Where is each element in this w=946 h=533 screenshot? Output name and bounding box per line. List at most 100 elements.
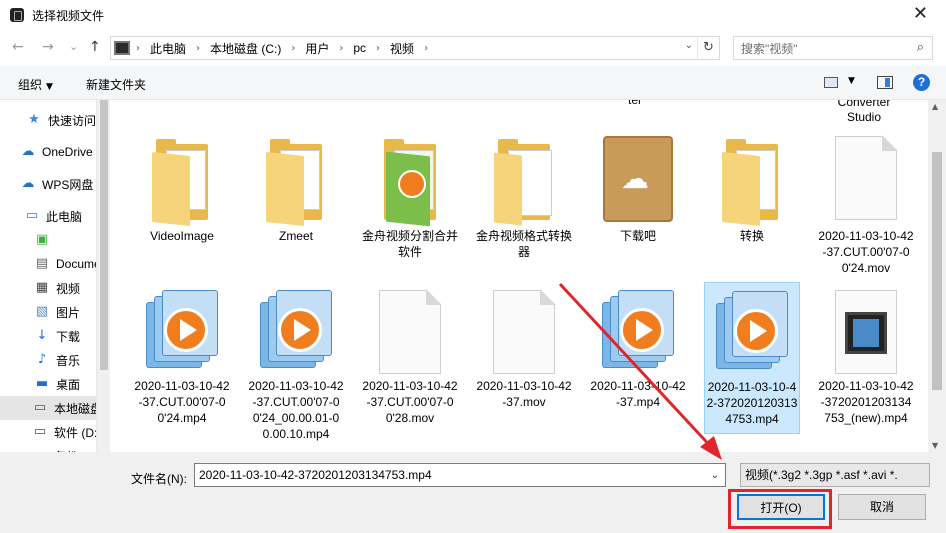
file-icon [493, 289, 556, 374]
back-arrow-icon[interactable]: ← [12, 39, 24, 55]
music-icon: ♪ [37, 352, 47, 367]
file-type-select[interactable]: 视频(*.3g2 *.3gp *.asf *.avi *. [740, 463, 930, 487]
tile-icon-wrap [494, 136, 554, 226]
file-tile[interactable]: 2020-11-03-10-42-37.mp4 [590, 282, 686, 434]
file-name: 2020-11-03-10-42-37.CUT.00'07-00'24_00.0… [248, 379, 344, 441]
media-player-icon [146, 290, 218, 370]
file-tile[interactable]: 2020-11-03-10-42-37.mov [476, 282, 572, 434]
sidebar-item[interactable]: ▭ 此电脑 [0, 204, 96, 228]
breadcrumb-separator[interactable]: › [376, 43, 380, 54]
help-icon[interactable]: ? [913, 74, 930, 91]
file-tile[interactable]: 金舟视频分割合并软件 [362, 132, 458, 282]
sidebar-item[interactable]: ☁ WPS网盘 [0, 172, 96, 196]
file-tile[interactable]: 2020-11-03-10-42-37.CUT.00'07-00'24.mov [818, 132, 914, 282]
scroll-up-icon[interactable]: ▲ [932, 102, 938, 111]
search-box[interactable]: 搜索"视频" ⌕ [733, 36, 933, 60]
title-bar: 选择视频文件 ✕ [0, 0, 946, 30]
refresh-icon[interactable]: ↻ [697, 37, 719, 59]
sidebar-item-label: 本地磁盘 (C:) [54, 401, 96, 416]
star-icon: ★ [28, 112, 40, 127]
preview-pane-icon[interactable] [877, 76, 893, 89]
drive-icon: ▭ [33, 400, 47, 415]
close-icon[interactable]: ✕ [913, 5, 928, 23]
tile-icon-wrap [835, 135, 898, 220]
caret-down-icon: ▼ [46, 82, 53, 92]
sidebar-item-label: 软件 (D:) [54, 425, 96, 440]
cancel-button[interactable]: 取消 [838, 494, 926, 520]
sidebar-item-label: 桌面 [56, 377, 81, 392]
file-tile[interactable]: ☁ 下载吧 [590, 132, 686, 282]
sidebar-item[interactable]: ▭备份 [0, 444, 96, 453]
file-list-scrollbar[interactable]: ▲ ▼ [928, 100, 946, 452]
sidebar-item[interactable]: ▦ 视频 [0, 276, 96, 300]
sidebar-scroll-thumb[interactable] [100, 100, 108, 370]
sidebar-item[interactable]: ▭ 本地磁盘 (C:) [0, 396, 96, 420]
breadcrumb-separator[interactable]: › [136, 43, 140, 54]
search-icon[interactable]: ⌕ [917, 40, 924, 55]
file-tile[interactable]: 2020-11-03-10-42-37.CUT.00'07-00'28.mov [362, 282, 458, 434]
breadcrumb-item-users[interactable]: 用户 [305, 40, 329, 57]
sidebar-item[interactable]: ↓ 下载 [0, 324, 96, 348]
address-bar[interactable]: › 此电脑 › 本地磁盘 (C:) › 用户 › pc › 视频 › ⌄ ↻ [110, 36, 720, 60]
sidebar-item-label: 音乐 [56, 353, 81, 368]
filename-label: 文件名(N): [131, 472, 187, 486]
file-tile[interactable]: 转换 [704, 132, 800, 282]
cloud-icon: ☁ [21, 144, 35, 159]
sidebar-item[interactable]: ▤ Documents [0, 252, 96, 276]
breadcrumb-item-this-pc[interactable]: 此电脑 [150, 40, 186, 57]
breadcrumb-separator[interactable]: › [291, 43, 295, 54]
navigation-pane: ★ 快速访问 ☁ OneDrive ☁ WPS网盘 ▭ 此电脑 ▣ ▤ Documents ▦ 视频 ▧ 图… [0, 100, 96, 452]
file-tile[interactable]: Zmeet [248, 132, 344, 282]
partial-file-label: ter [627, 100, 642, 107]
recent-locations-chevron-icon[interactable]: ⌄ [69, 39, 78, 55]
breadcrumb-separator[interactable]: › [196, 43, 200, 54]
filename-value: 2020-11-03-10-42-3720201203134753.mp4 [199, 468, 432, 482]
breadcrumb: 此电脑 › 本地磁盘 (C:) › 用户 › pc › 视频 › [150, 40, 438, 57]
sidebar-item[interactable]: ☁ OneDrive [0, 140, 96, 164]
folder-icon [494, 136, 554, 226]
tile-icon-wrap [152, 136, 212, 226]
baidu-netdisk-icon: ☁ [603, 136, 673, 222]
file-tile[interactable]: 2020-11-03-10-42-37.CUT.00'07-00'24.mp4 [134, 282, 230, 434]
sidebar-item[interactable]: ▭ 软件 (D:) [0, 420, 96, 444]
file-name: 2020-11-03-10-42-37.CUT.00'07-00'24.mp4 [134, 379, 230, 425]
file-name: 金舟视频格式转换器 [476, 229, 573, 259]
tile-icon-wrap [493, 289, 556, 374]
sidebar-item[interactable]: ♪ 音乐 [0, 348, 96, 372]
forward-arrow-icon[interactable]: → [42, 39, 54, 55]
sidebar-item[interactable]: ▧ 图片 [0, 300, 96, 324]
sidebar-item[interactable]: ★ 快速访问 [0, 108, 96, 132]
view-mode-caret-icon[interactable]: ▼ [848, 76, 855, 86]
tile-icon-wrap [602, 290, 674, 370]
file-tile[interactable]: 2020-11-03-10-42-3720201203134753_(new).… [818, 282, 914, 434]
sidebar-item[interactable]: ▣ [0, 228, 96, 252]
file-name: 2020-11-03-10-42-37.CUT.00'07-00'28.mov [362, 379, 458, 425]
breadcrumb-item-videos[interactable]: 视频 [390, 40, 414, 57]
tile-icon-wrap [722, 136, 782, 226]
filename-dropdown-icon[interactable]: ⌄ [711, 465, 719, 487]
new-folder-button[interactable]: 新建文件夹 [86, 76, 146, 93]
folder-icon [152, 136, 212, 226]
organize-label: 组织 [18, 78, 43, 92]
tile-icon-wrap [146, 290, 218, 370]
file-tile[interactable]: 2020-11-03-10-42-37.CUT.00'07-00'24_00.0… [248, 282, 344, 441]
sidebar-scrollbar[interactable] [96, 100, 110, 452]
address-dropdown-icon[interactable]: ⌄ [685, 40, 693, 51]
up-arrow-icon[interactable]: ↑ [89, 39, 101, 55]
breadcrumb-item-local-disk[interactable]: 本地磁盘 (C:) [210, 40, 281, 57]
file-list-scroll-thumb[interactable] [932, 152, 942, 390]
file-tile[interactable]: 2020-11-03-10-42-3720201203134753.mp4 [704, 282, 800, 434]
view-mode-icon[interactable] [824, 77, 838, 88]
filename-input[interactable]: 2020-11-03-10-42-3720201203134753.mp4 ⌄ [194, 463, 726, 487]
file-icon [835, 135, 898, 220]
breadcrumb-separator[interactable]: › [339, 43, 343, 54]
file-tile[interactable]: VideoImage [134, 132, 230, 282]
sidebar-item[interactable]: ▬ 桌面 [0, 372, 96, 396]
file-name: 下载吧 [619, 229, 656, 243]
video-file-icon [835, 290, 897, 374]
breadcrumb-item-pc[interactable]: pc [353, 41, 366, 55]
breadcrumb-separator[interactable]: › [424, 43, 428, 54]
file-tile[interactable]: 金舟视频格式转换器 [476, 132, 572, 282]
organize-button[interactable]: 组织 ▼ [18, 76, 53, 93]
scroll-down-icon[interactable]: ▼ [932, 441, 938, 450]
